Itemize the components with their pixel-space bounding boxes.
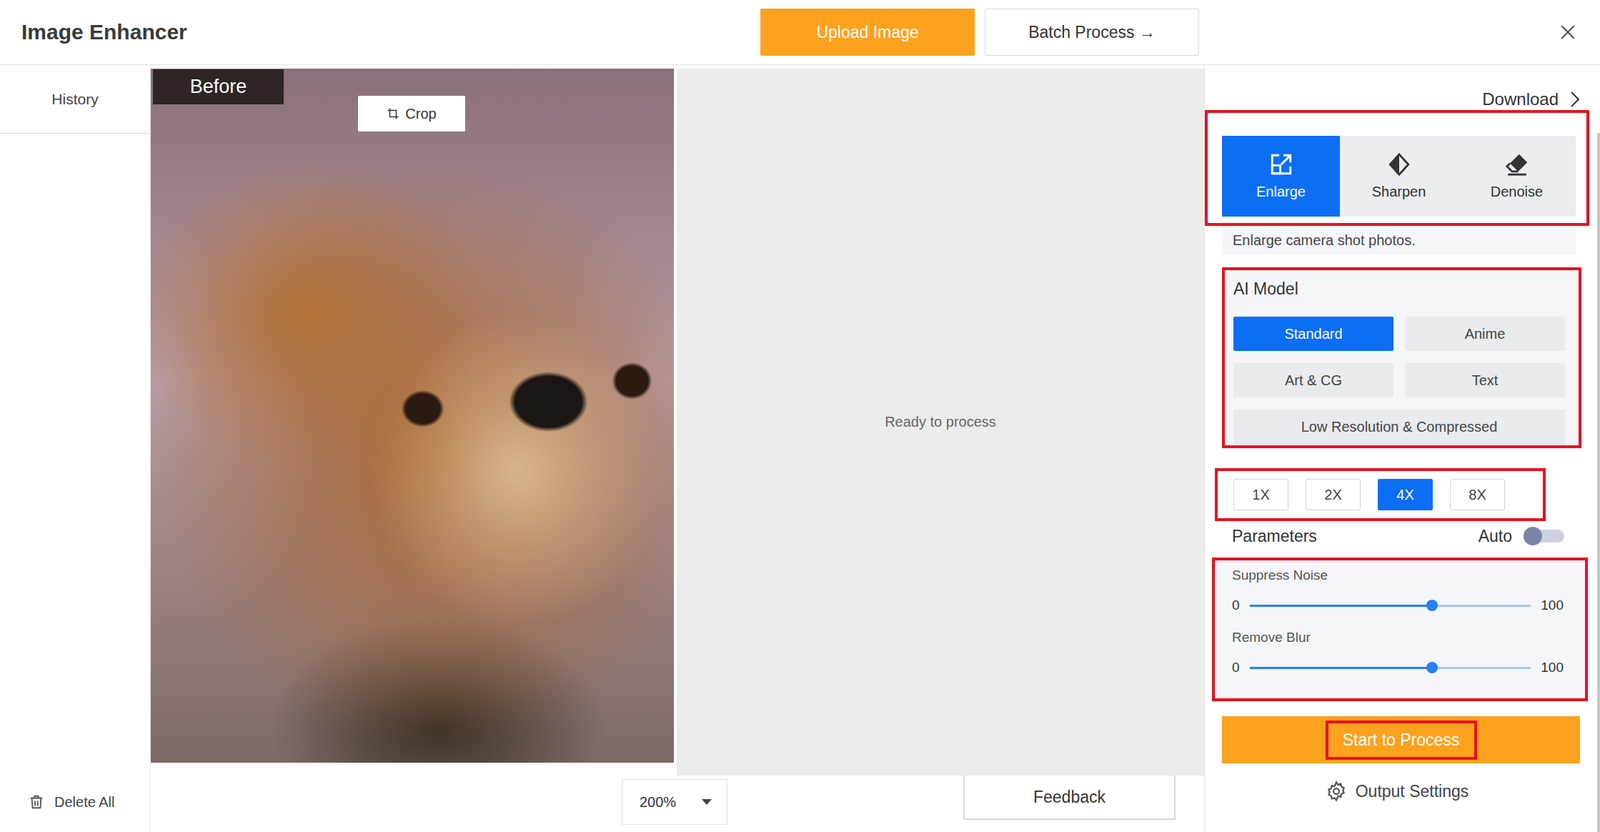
enlarge-icon: [1269, 152, 1294, 177]
parameters-title: Parameters: [1231, 526, 1318, 546]
batch-process-button[interactable]: Batch Process →: [984, 8, 1200, 56]
status-text: Ready to process: [884, 413, 997, 431]
delete-all-label: Delete All: [54, 793, 116, 811]
slider-fill: [1249, 666, 1433, 669]
before-label: Before: [152, 69, 284, 105]
sharpen-icon: [1387, 152, 1412, 177]
upload-button[interactable]: Upload Image: [760, 8, 975, 56]
eraser-icon: [1504, 152, 1530, 177]
app: Image EnhancerUpload ImageBatch Process …: [0, 0, 1600, 832]
slider-knob[interactable]: [1426, 661, 1438, 674]
enlarge-icon-svg: [1269, 152, 1294, 177]
spacer: [0, 133, 151, 794]
download-row: Download: [1204, 65, 1590, 111]
slider-max: 100: [1540, 659, 1564, 676]
crop-button[interactable]: Crop: [358, 95, 466, 132]
mode-label: Sharpen: [1372, 183, 1427, 201]
sharpen-icon-svg: [1387, 152, 1412, 177]
mode-label: Denoise: [1490, 183, 1543, 201]
start-label: Start to Process: [1325, 720, 1478, 760]
chevron-right-icon-svg: [1569, 90, 1580, 108]
ai-model-option[interactable]: Text: [1404, 363, 1565, 398]
ai-model-option[interactable]: Anime: [1404, 316, 1565, 351]
scale-option[interactable]: 4X: [1377, 478, 1433, 511]
mode-tabs: Enlarge Sharpen Denoise: [1221, 135, 1576, 217]
gear-icon-svg: [1325, 780, 1348, 802]
delete-all-button[interactable]: Delete All: [0, 793, 151, 832]
auto-label: Auto: [1478, 526, 1513, 546]
slider-min: 0: [1231, 659, 1240, 676]
eraser-icon-svg: [1504, 152, 1530, 177]
dropdown-caret-icon-svg: [701, 798, 713, 806]
output-settings-label: Output Settings: [1355, 781, 1470, 802]
slider-track[interactable]: [1249, 666, 1532, 669]
ai-model-options: Standard Anime Art & CG Text Low Resolution …: [1233, 316, 1565, 444]
slider-knob[interactable]: [1426, 599, 1438, 611]
slider-label: Suppress Noise: [1231, 565, 1564, 585]
mode-tab[interactable]: Enlarge: [1221, 135, 1340, 217]
scrollbar[interactable]: [1597, 132, 1600, 832]
ai-model-option[interactable]: Low Resolution & Compressed: [1233, 409, 1565, 444]
ai-model-title: AI Model: [1233, 275, 1565, 302]
download-button[interactable]: Download: [1482, 87, 1580, 111]
auto-toggle[interactable]: [1523, 529, 1565, 543]
feedback-button[interactable]: Feedback: [963, 775, 1176, 820]
result-area: Ready to process: [676, 68, 1205, 776]
mode-box: Enlarge Sharpen Denoise: [1204, 110, 1590, 226]
zoom-select[interactable]: 200%: [621, 778, 728, 825]
close-icon[interactable]: [1558, 22, 1578, 42]
parameters-row: Parameters Auto: [1231, 520, 1565, 551]
ai-model-option[interactable]: Standard: [1233, 316, 1394, 351]
main: History Delete All Before Crop Ready to proc…: [0, 65, 1600, 832]
start-button[interactable]: Start to Process: [1221, 716, 1580, 764]
slider-min: 0: [1231, 597, 1240, 614]
download-label: Download: [1482, 88, 1559, 111]
crop-label: Crop: [405, 105, 436, 123]
output-settings-button[interactable]: Output Settings: [1204, 780, 1590, 802]
settings-panel: Download Enlarge Sharpen Denoise Enlarge cam…: [1204, 65, 1600, 832]
sidebar: History Delete All: [0, 65, 151, 832]
scale-options: 1X 2X 4X 8X: [1214, 468, 1546, 521]
scale-option[interactable]: 8X: [1449, 478, 1505, 511]
ai-model-option[interactable]: Art & CG: [1233, 363, 1394, 398]
mode-tab[interactable]: Denoise: [1457, 135, 1576, 217]
zoom-value: 200%: [639, 793, 677, 811]
before-image: Before Crop: [150, 68, 674, 763]
scale-option[interactable]: 2X: [1305, 478, 1361, 511]
chevron-right-icon: [1569, 90, 1580, 108]
title-wrap: Image Enhancer: [0, 20, 761, 45]
bottom-bar: 200% Feedback: [150, 775, 1205, 825]
ai-model-box: AI Model Standard Anime Art & CG Text Low Res…: [1221, 267, 1582, 449]
crop-icon: [386, 107, 400, 121]
gear-icon: [1325, 780, 1348, 802]
toggle-knob: [1523, 526, 1543, 546]
scale-option[interactable]: 1X: [1233, 478, 1289, 511]
mode-label: Enlarge: [1256, 183, 1306, 201]
close-icon-svg: [1558, 22, 1578, 42]
crop-icon-svg: [386, 107, 400, 121]
slider-row: 0 100: [1231, 593, 1564, 617]
preview-area: Before Crop Ready to process 200% Feedback: [150, 65, 1205, 832]
history-label: History: [51, 90, 98, 108]
app-title: Image Enhancer: [21, 20, 761, 45]
trash-icon: [28, 793, 45, 811]
slider-row: 0 100: [1231, 656, 1564, 679]
header-buttons: Upload ImageBatch Process →: [760, 8, 1200, 56]
slider-label: Remove Blur: [1231, 628, 1564, 647]
sliders: Suppress Noise 0 100 Remove Blur 0 100: [1211, 557, 1588, 702]
history-tab[interactable]: History: [0, 65, 151, 134]
slider-track[interactable]: [1249, 604, 1532, 607]
trash-icon-svg: [28, 793, 45, 811]
slider-max: 100: [1540, 597, 1564, 614]
dropdown-caret-icon: [701, 798, 713, 806]
mode-tab[interactable]: Sharpen: [1339, 135, 1458, 217]
slider-fill: [1249, 604, 1433, 607]
preview-row: Before Crop Ready to process: [150, 68, 1205, 776]
mode-description: Enlarge camera shot photos.: [1221, 225, 1576, 255]
header: Image EnhancerUpload ImageBatch Process …: [0, 0, 1600, 66]
panel-content: Download Enlarge Sharpen Denoise Enlarge cam…: [1204, 65, 1598, 832]
